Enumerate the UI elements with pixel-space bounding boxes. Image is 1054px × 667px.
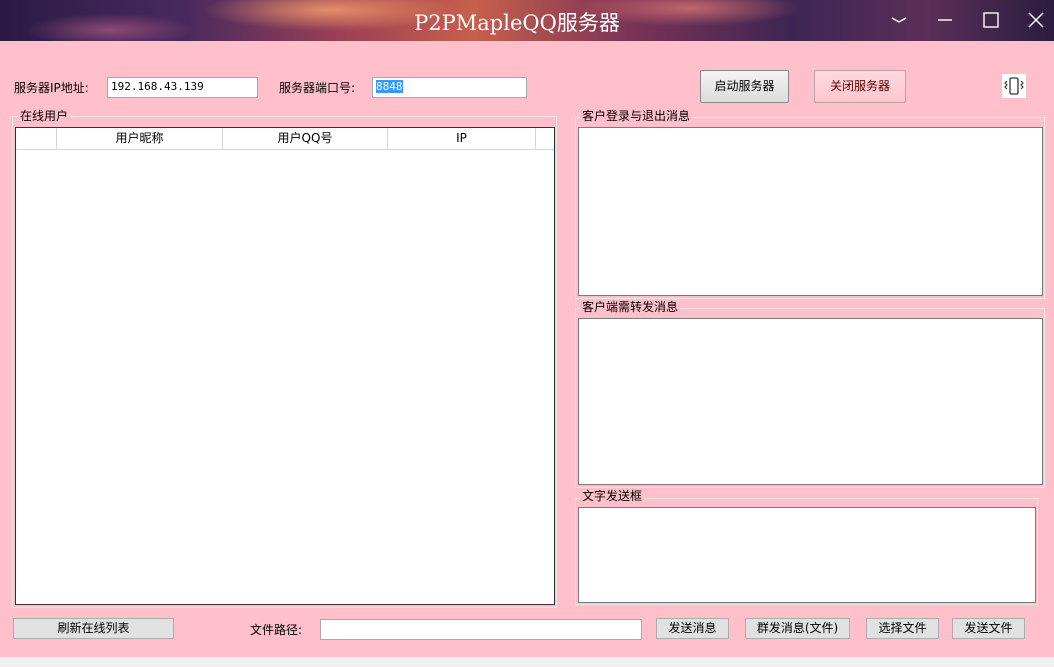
online-users-header: 用户昵称 用户QQ号 IP xyxy=(16,128,554,150)
minimize-icon[interactable] xyxy=(932,8,958,32)
server-ip-label: 服务器IP地址: xyxy=(14,81,89,95)
column-header-ip[interactable]: IP xyxy=(388,128,536,149)
server-port-input[interactable]: 8848 xyxy=(372,77,527,98)
forward-title: 客户端需转发消息 xyxy=(580,300,681,314)
column-header-select[interactable] xyxy=(16,128,57,149)
choose-file-button[interactable]: 选择文件 xyxy=(866,618,939,639)
send-file-button[interactable]: 发送文件 xyxy=(952,618,1025,639)
file-path-label: 文件路径: xyxy=(250,623,303,637)
server-port-value: 8848 xyxy=(376,80,403,93)
text-send-textarea[interactable] xyxy=(578,507,1036,603)
file-path-input[interactable] xyxy=(320,619,642,640)
refresh-list-button[interactable]: 刷新在线列表 xyxy=(13,618,174,639)
window-bottom-strip xyxy=(0,657,1054,667)
online-users-title: 在线用户 xyxy=(18,109,71,123)
column-header-nickname[interactable]: 用户昵称 xyxy=(57,128,223,149)
close-icon[interactable] xyxy=(1023,8,1049,32)
server-port-label: 服务器端口号: xyxy=(279,81,356,95)
broadcast-button[interactable]: 群发消息(文件) xyxy=(745,618,850,639)
chevron-icon[interactable] xyxy=(886,8,912,32)
maximize-icon[interactable] xyxy=(978,8,1004,32)
window-title: P2PMapleQQ服务器 xyxy=(414,11,620,35)
vibrate-icon[interactable] xyxy=(1002,74,1026,98)
login-logout-textarea[interactable] xyxy=(578,127,1043,296)
forward-textarea[interactable] xyxy=(578,318,1043,485)
column-header-qq[interactable]: 用户QQ号 xyxy=(223,128,388,149)
text-send-title: 文字发送框 xyxy=(580,489,645,503)
stop-server-button[interactable]: 关闭服务器 xyxy=(814,70,906,103)
login-logout-title: 客户登录与退出消息 xyxy=(580,109,693,123)
server-ip-input[interactable]: 192.168.43.139 xyxy=(107,77,258,98)
send-message-button[interactable]: 发送消息 xyxy=(656,618,729,639)
online-users-list[interactable]: 用户昵称 用户QQ号 IP xyxy=(15,127,555,605)
start-server-button[interactable]: 启动服务器 xyxy=(700,70,789,103)
title-bar[interactable]: P2PMapleQQ服务器 xyxy=(0,0,1054,41)
